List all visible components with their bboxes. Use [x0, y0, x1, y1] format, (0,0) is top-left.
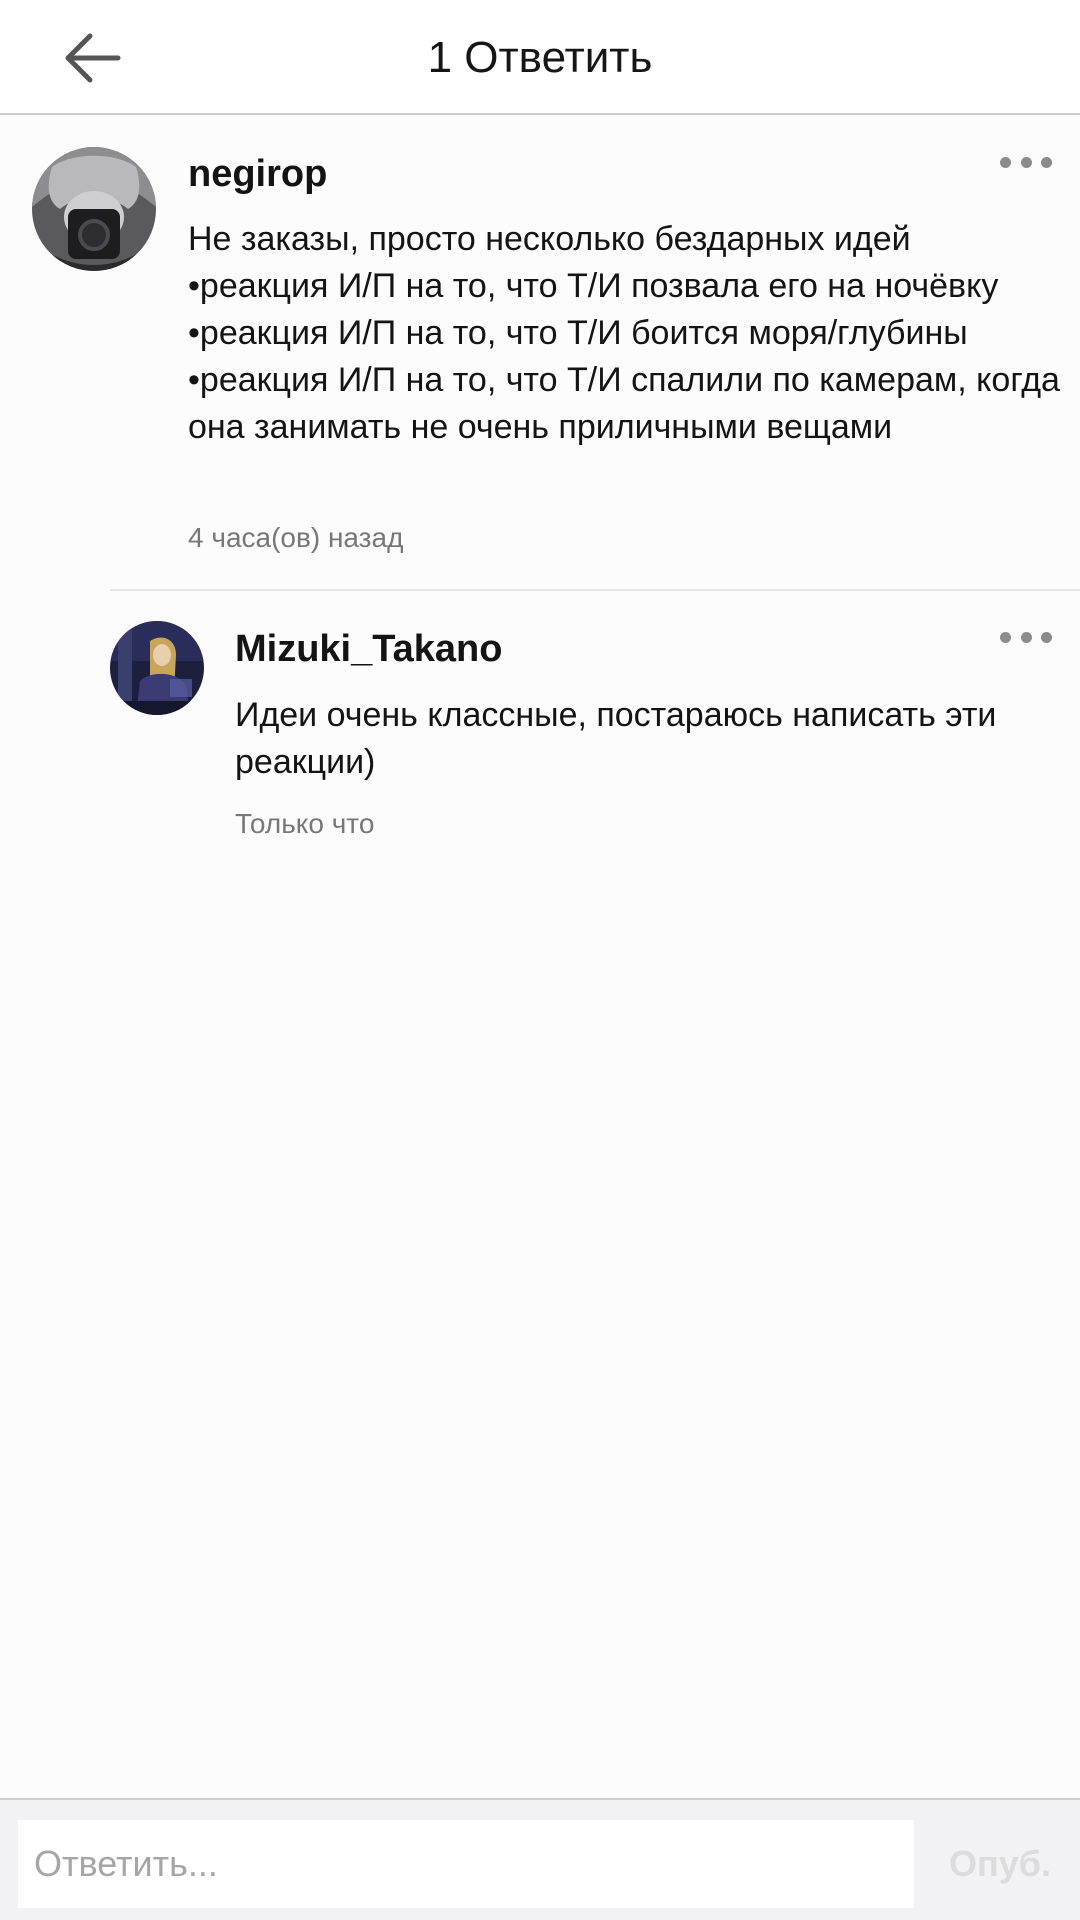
more-options-button[interactable] — [1000, 627, 1052, 647]
reply-composer: Опуб. — [0, 1798, 1080, 1920]
avatar-image — [32, 147, 156, 271]
publish-button[interactable]: Опуб. — [930, 1820, 1070, 1908]
comment-username[interactable]: negirop — [188, 150, 327, 198]
more-dot-icon — [1041, 156, 1052, 168]
more-options-button[interactable] — [1000, 152, 1052, 172]
reply-input[interactable] — [18, 1820, 914, 1908]
more-dot-icon — [1020, 631, 1032, 643]
comment-text: Не заказы, просто несколько бездарных ид… — [188, 220, 1060, 446]
page-title: 1 Ответить — [427, 33, 653, 82]
reply-username[interactable]: Mizuki_Takano — [235, 625, 502, 673]
more-dot-icon — [1000, 631, 1011, 643]
avatar[interactable] — [32, 147, 156, 271]
header: 1 Ответить — [0, 0, 1080, 115]
comment-timestamp: 4 часа(ов) назад — [188, 522, 404, 553]
avatar-image — [110, 621, 204, 715]
more-dot-icon — [1041, 631, 1052, 643]
more-dot-icon — [1020, 156, 1032, 168]
divider — [110, 589, 1080, 591]
avatar[interactable] — [110, 621, 204, 715]
reply-timestamp: Только что — [235, 808, 375, 839]
reply-text: Идеи очень классные, постараюсь написать… — [235, 696, 997, 781]
more-dot-icon — [1000, 156, 1011, 168]
